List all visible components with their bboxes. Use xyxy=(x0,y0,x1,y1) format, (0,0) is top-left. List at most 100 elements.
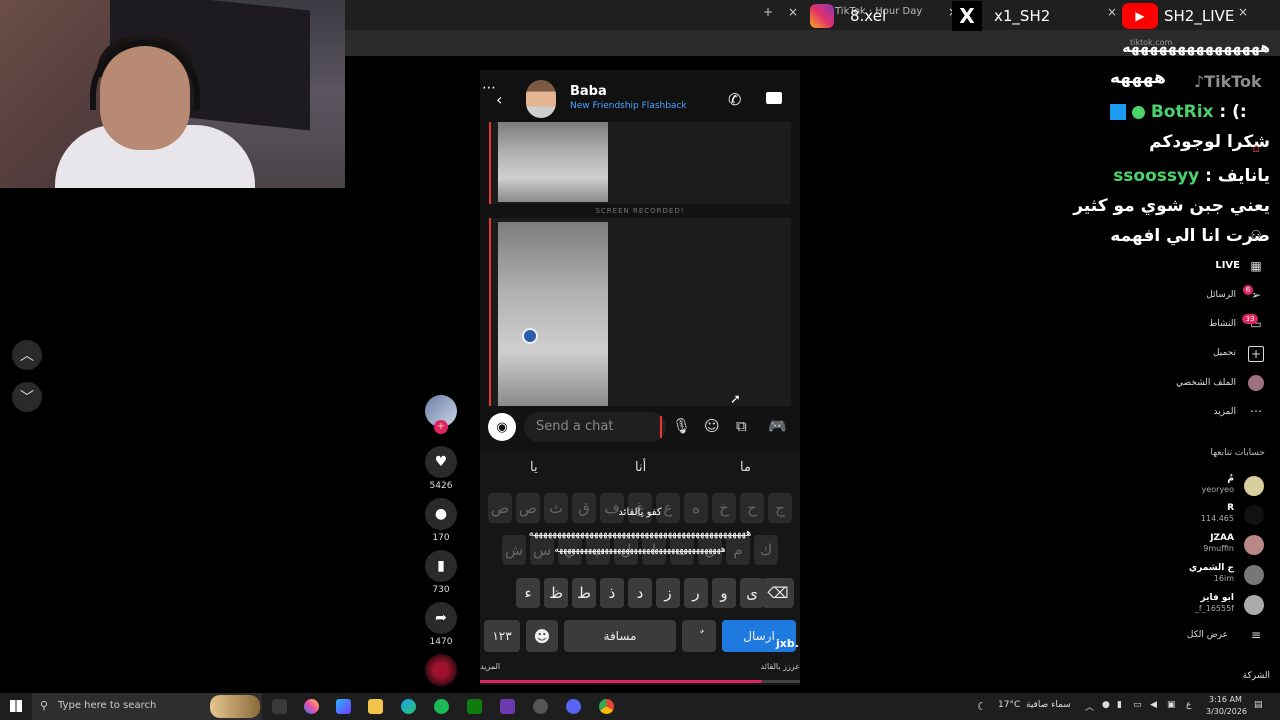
new-tab-icon[interactable]: + xyxy=(763,5,773,19)
person-icon[interactable]: ● xyxy=(1102,700,1110,710)
save-action[interactable]: ▮ 730 xyxy=(425,550,457,595)
suggestion-3[interactable]: يا xyxy=(530,460,538,475)
sidebar-item-more[interactable]: المزيد xyxy=(1136,407,1236,417)
sticker-icon[interactable]: ⧉ xyxy=(736,417,747,435)
bookmark-icon[interactable]: ▮ xyxy=(425,550,457,582)
keyboard-key[interactable]: ر xyxy=(684,578,708,608)
weather-temp[interactable]: 17°C xyxy=(998,700,1020,710)
keyboard-key[interactable]: ظ xyxy=(544,578,568,608)
following-account[interactable]: مُ yeoryeo xyxy=(1140,474,1280,500)
spotify-icon[interactable] xyxy=(434,699,449,714)
following-account[interactable]: ابو فايز _f_16555f xyxy=(1140,593,1280,619)
avatar[interactable] xyxy=(1244,505,1264,525)
upload-icon[interactable]: + xyxy=(1248,346,1264,362)
keyboard-key[interactable]: ز xyxy=(656,578,680,608)
phone-call-icon[interactable]: ✆ xyxy=(728,90,741,109)
following-account[interactable]: R 114.465 xyxy=(1140,503,1280,529)
list-icon: ≡ xyxy=(1250,628,1262,642)
space-key[interactable]: مسافة xyxy=(564,620,676,652)
sidebar-item-upload[interactable]: تحميل xyxy=(1136,348,1236,358)
like-action[interactable]: ♥ 5426 xyxy=(425,446,457,491)
following-account[interactable]: JZAA 9muffin xyxy=(1140,533,1280,559)
chrome-icon[interactable] xyxy=(599,699,614,714)
share-action[interactable]: ➦ 1470 xyxy=(425,602,457,647)
music-disc-icon[interactable] xyxy=(425,654,457,686)
copilot-icon[interactable] xyxy=(304,699,319,714)
previous-video-button[interactable]: ︿ xyxy=(12,340,42,370)
sidebar-item-messages[interactable]: الرسائل xyxy=(1136,290,1236,300)
notification-icon[interactable]: ▤ xyxy=(1254,700,1263,710)
video-call-icon[interactable] xyxy=(766,92,782,104)
media-message[interactable] xyxy=(489,218,791,406)
obs-icon[interactable] xyxy=(533,699,548,714)
display-icon[interactable]: ▣ xyxy=(1167,700,1176,710)
sidebar-item-activity[interactable]: النشاط xyxy=(1136,319,1236,329)
comment-icon[interactable]: ● xyxy=(425,498,457,530)
network-icon[interactable]: ▭ xyxy=(1133,700,1142,710)
media-thumbnail[interactable] xyxy=(498,222,608,406)
home-icon[interactable]: ⌂ xyxy=(1248,141,1264,157)
sidebar-item-profile[interactable]: الملف الشخصي xyxy=(1136,378,1236,388)
creator-avatar[interactable]: + xyxy=(425,395,457,434)
weather-text[interactable]: سماء صافية xyxy=(1026,700,1071,710)
avatar[interactable] xyxy=(1244,595,1264,615)
keyboard-key[interactable]: ى xyxy=(740,578,764,608)
share-icon[interactable]: ➦ xyxy=(425,602,457,634)
game-icon[interactable]: 🎮 xyxy=(768,417,787,435)
following-account[interactable]: ج الشمري 16im xyxy=(1140,563,1280,589)
avatar[interactable] xyxy=(1244,565,1264,585)
edge-icon[interactable] xyxy=(401,699,416,714)
taskbar-search[interactable]: ⚲ Type here to search xyxy=(32,693,262,720)
back-arrow-icon[interactable]: ‹ xyxy=(496,90,502,109)
task-view-icon[interactable] xyxy=(272,699,287,714)
live-icon[interactable]: ▦ xyxy=(1248,259,1264,275)
suggestion-1[interactable]: ما xyxy=(740,460,751,475)
microphone-icon[interactable]: 🎙 xyxy=(672,417,691,435)
more-dots-icon[interactable]: ⋯ xyxy=(1248,404,1264,420)
xbox-icon[interactable] xyxy=(467,699,482,714)
streaming-app-icon[interactable] xyxy=(500,699,515,714)
clock-date[interactable]: 3/30/2026 xyxy=(1206,707,1247,716)
keyboard-key[interactable]: د xyxy=(628,578,652,608)
more-dots-icon[interactable]: ⋯ xyxy=(482,80,496,96)
media-thumbnail[interactable] xyxy=(498,122,608,202)
avatar[interactable] xyxy=(1244,535,1264,555)
avatar[interactable] xyxy=(1244,476,1264,496)
company-link[interactable]: الشركة xyxy=(1150,671,1270,681)
emoji-icon[interactable]: ☺ xyxy=(704,417,720,435)
tray-chevron-icon[interactable]: ︿ xyxy=(1085,700,1094,713)
media-message[interactable] xyxy=(489,122,791,204)
keyboard-key[interactable]: و xyxy=(712,578,736,608)
chat-input[interactable]: Send a chat xyxy=(524,412,666,442)
close-tab-icon[interactable]: × xyxy=(788,5,798,19)
follow-plus-icon[interactable]: + xyxy=(434,420,448,434)
file-explorer-icon[interactable] xyxy=(368,699,383,714)
discord-icon[interactable] xyxy=(566,699,581,714)
close-tab-icon[interactable]: × xyxy=(1107,5,1117,19)
volume-icon[interactable]: ◀ xyxy=(1150,700,1157,710)
keyboard-key[interactable]: ط xyxy=(572,578,596,608)
store-icon[interactable] xyxy=(336,699,351,714)
profile-avatar[interactable] xyxy=(1248,375,1264,391)
close-tab-icon[interactable]: × xyxy=(1238,5,1248,19)
see-all-link[interactable]: عرض الكل xyxy=(1128,630,1228,640)
numbers-key[interactable]: ١٢٣ xyxy=(484,620,520,652)
clock-time[interactable]: 3:16 AM xyxy=(1209,695,1242,704)
next-video-button[interactable]: ﹀ xyxy=(12,382,42,412)
language-indicator[interactable]: ع xyxy=(1186,700,1191,710)
following-icon[interactable]: ⚇ xyxy=(1248,228,1264,244)
mic-icon[interactable]: ▮ xyxy=(1117,700,1122,710)
backspace-key[interactable]: ⌫ xyxy=(762,578,794,608)
keyboard-key[interactable]: ذ xyxy=(600,578,624,608)
keyboard-key[interactable]: ء xyxy=(516,578,540,608)
suggestion-2[interactable]: أنا xyxy=(635,460,646,475)
diacritic-key[interactable]: ٌ xyxy=(682,620,716,652)
emoji-key[interactable]: ☻ xyxy=(526,620,558,652)
comment-action[interactable]: ● 170 xyxy=(425,498,457,543)
sidebar-item-live[interactable]: LIVE xyxy=(1140,260,1240,271)
heart-icon[interactable]: ♥ xyxy=(425,446,457,478)
video-progress-bar[interactable] xyxy=(480,680,800,683)
sound-disc[interactable] xyxy=(425,654,457,689)
windows-start-icon[interactable] xyxy=(10,700,22,712)
camera-button[interactable]: ◉ xyxy=(488,413,516,441)
